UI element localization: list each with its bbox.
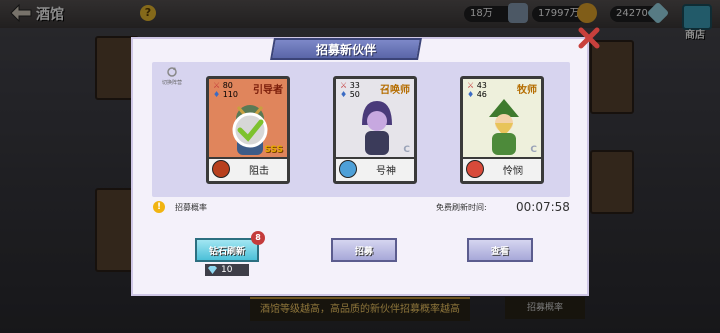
card-skill-bar: 阻击 bbox=[209, 157, 287, 181]
hero-portrait bbox=[362, 101, 392, 155]
skill-name: 怜悯 bbox=[503, 166, 523, 177]
skill-name: 号神 bbox=[376, 166, 396, 177]
diamond-refresh-button[interactable]: 钻石刷新 bbox=[195, 238, 259, 262]
switch-faction-label: 切换阵营 bbox=[161, 80, 182, 86]
selected-check-icon bbox=[232, 112, 268, 148]
dialog-title: 招募新伙伴 bbox=[315, 43, 376, 57]
refresh-icon[interactable] bbox=[166, 66, 178, 78]
hero-card-summoner[interactable]: ⚔ 33 ♦ 50 召唤师 C 号神 bbox=[333, 76, 417, 184]
hero-card-guide[interactable]: ⚔ 80 ♦ 110 引导者 SSS 阻击 bbox=[206, 76, 290, 184]
warning-icon[interactable]: ! bbox=[153, 201, 165, 213]
hero-portrait bbox=[489, 99, 519, 155]
card-skill-bar: 号神 bbox=[336, 157, 414, 181]
card-skill-bar: 怜悯 bbox=[463, 157, 541, 181]
close-icon[interactable] bbox=[577, 26, 601, 50]
free-refresh-timer: 00:07:58 bbox=[516, 200, 570, 214]
skill-icon bbox=[466, 160, 484, 178]
hero-card-priest[interactable]: ⚔ 43 ♦ 46 牧师 C 怜悯 bbox=[460, 76, 544, 184]
rarity-label: C bbox=[403, 145, 410, 155]
skill-icon bbox=[339, 160, 357, 178]
diamond-icon bbox=[208, 266, 217, 274]
card-class: 引导者 bbox=[253, 85, 283, 96]
card-class: 召唤师 bbox=[380, 85, 410, 96]
refresh-cost: 10 bbox=[205, 264, 249, 276]
card-attack: 80 bbox=[222, 81, 233, 90]
skill-icon bbox=[212, 160, 230, 178]
card-attack: 43 bbox=[476, 81, 487, 90]
card-attack: 33 bbox=[349, 81, 360, 90]
rarity-label: C bbox=[530, 145, 537, 155]
free-refresh-label: 免费刷新时间: bbox=[436, 203, 487, 212]
refresh-count-badge: 8 bbox=[251, 231, 265, 245]
card-class: 牧师 bbox=[517, 85, 537, 96]
skill-name: 阻击 bbox=[249, 166, 269, 177]
recruit-button[interactable]: 招募 bbox=[331, 238, 397, 262]
view-button[interactable]: 查看 bbox=[467, 238, 533, 262]
refresh-cost-value: 10 bbox=[221, 265, 233, 275]
rarity-label: SSS bbox=[264, 145, 283, 155]
recruit-probability-label: 招募概率 bbox=[175, 203, 207, 212]
